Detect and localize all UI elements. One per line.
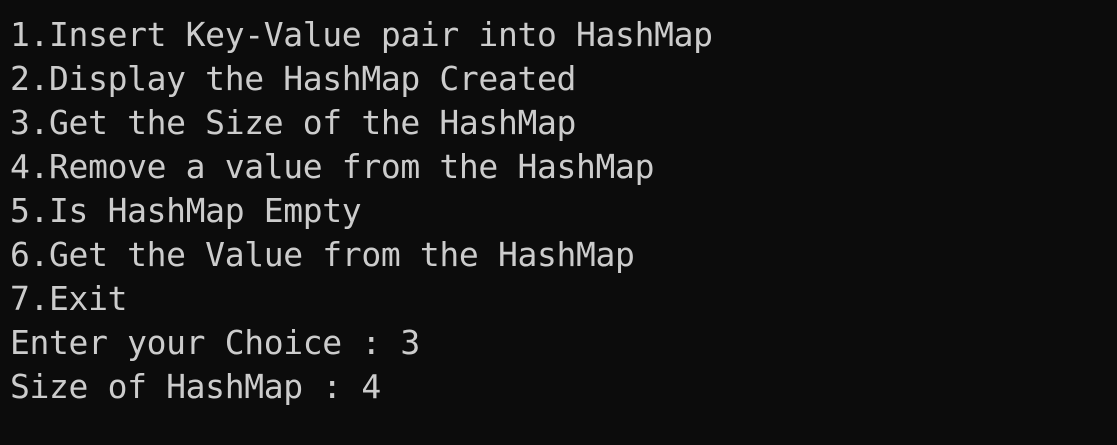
console-output: 1.Insert Key-Value pair into HashMap 2.D… <box>0 0 1117 445</box>
choice-prompt: Enter your Choice : 3 <box>10 323 420 362</box>
menu-option-exit: 7.Exit <box>10 279 128 318</box>
menu-option-insert: 1.Insert Key-Value pair into HashMap <box>10 15 713 54</box>
menu-option-remove: 4.Remove a value from the HashMap <box>10 147 655 186</box>
menu-option-is-empty: 5.Is HashMap Empty <box>10 191 362 230</box>
menu-option-display: 2.Display the HashMap Created <box>10 59 577 98</box>
menu-option-get-value: 6.Get the Value from the HashMap <box>10 235 635 274</box>
menu-option-size: 3.Get the Size of the HashMap <box>10 103 577 142</box>
size-result: Size of HashMap : 4 <box>10 367 381 406</box>
